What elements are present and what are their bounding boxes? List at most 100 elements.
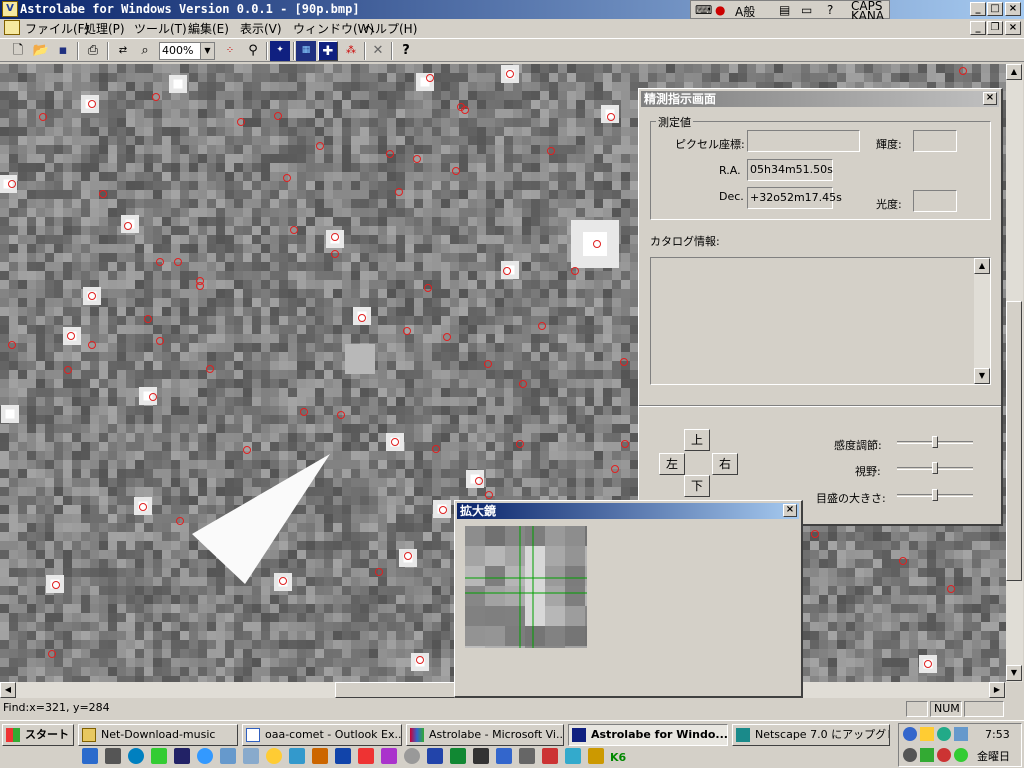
vertical-scroll-thumb[interactable] bbox=[1006, 301, 1022, 581]
child-close-button[interactable]: × bbox=[1005, 21, 1021, 35]
catalog-textbox[interactable]: ▲ ▼ bbox=[650, 257, 991, 385]
word-icon[interactable] bbox=[427, 748, 443, 764]
vertical-scrollbar[interactable]: ▲ ▼ bbox=[1006, 64, 1023, 682]
delete-icon[interactable]: ✕ bbox=[368, 41, 388, 61]
task-visual-studio[interactable]: Astrolabe - Microsoft Vi... bbox=[406, 724, 564, 746]
app-icon-7[interactable] bbox=[289, 748, 305, 764]
scale-size-slider[interactable] bbox=[897, 488, 973, 502]
menu-view[interactable]: 表示(V) bbox=[240, 20, 282, 37]
sensitivity-slider[interactable] bbox=[897, 435, 973, 449]
stars-icon[interactable]: ⁘ bbox=[220, 41, 240, 61]
app-icon-12[interactable] bbox=[404, 748, 420, 764]
field-of-view-slider-thumb[interactable] bbox=[932, 462, 938, 474]
excel-icon[interactable] bbox=[450, 748, 466, 764]
k6-icon[interactable]: K6 bbox=[610, 751, 626, 764]
clock[interactable]: 7:53 bbox=[985, 728, 1010, 741]
down-button[interactable]: 下 bbox=[684, 475, 710, 497]
catalog-scroll-down[interactable]: ▼ bbox=[974, 368, 990, 384]
tray-icon-7[interactable] bbox=[937, 748, 951, 762]
menu-process[interactable]: 処理(P) bbox=[84, 20, 125, 37]
tray-icon-2[interactable] bbox=[920, 727, 934, 741]
app-icon-1[interactable] bbox=[151, 748, 167, 764]
observation-dialog-title[interactable]: 精測指示画面 × bbox=[641, 91, 999, 107]
tray-icon-6[interactable] bbox=[920, 748, 934, 762]
help-icon[interactable]: ? bbox=[396, 41, 416, 61]
new-icon[interactable]: 🗋 bbox=[8, 41, 28, 61]
ime-help-icon[interactable]: ? bbox=[827, 3, 833, 17]
ime-toolbar[interactable]: ⌨ ● A般 ▤ ▭ ? CAPS KANA bbox=[690, 0, 890, 22]
scroll-up-button[interactable]: ▲ bbox=[1006, 64, 1022, 80]
print-icon[interactable]: ⎙ bbox=[83, 41, 103, 61]
task-netscape[interactable]: Netscape 7.0 にアップグレ... bbox=[732, 724, 890, 746]
app-icon-2[interactable] bbox=[174, 748, 190, 764]
left-button[interactable]: 左 bbox=[659, 453, 685, 475]
right-button[interactable]: 右 bbox=[712, 453, 738, 475]
target-icon[interactable]: ✚ bbox=[318, 41, 338, 61]
app-icon-18[interactable] bbox=[588, 748, 604, 764]
app-icon-5[interactable] bbox=[243, 748, 259, 764]
scroll-down-button[interactable]: ▼ bbox=[1006, 665, 1022, 681]
app-icon-4[interactable] bbox=[220, 748, 236, 764]
magnifier-dialog[interactable]: 拡大鏡 × bbox=[454, 500, 803, 698]
tray-icon-1[interactable] bbox=[903, 727, 917, 741]
app-icon-6[interactable] bbox=[266, 748, 282, 764]
catalog-scroll-up[interactable]: ▲ bbox=[974, 258, 990, 274]
menu-help[interactable]: ヘルプ(H) bbox=[363, 20, 417, 37]
calibrate-icon[interactable]: ⇄ bbox=[113, 41, 133, 61]
close-icon[interactable]: × bbox=[783, 504, 797, 517]
ime-mode[interactable]: A般 bbox=[735, 3, 755, 20]
app-icon-3[interactable] bbox=[197, 748, 213, 764]
star-field-icon[interactable]: ✦ bbox=[270, 41, 290, 61]
scroll-right-button[interactable]: ▶ bbox=[989, 682, 1005, 698]
app-icon-14[interactable] bbox=[496, 748, 512, 764]
sensitivity-slider-thumb[interactable] bbox=[932, 436, 938, 448]
app-icon-10[interactable] bbox=[358, 748, 374, 764]
scale-size-slider-thumb[interactable] bbox=[932, 489, 938, 501]
dictionary-icon[interactable]: ▤ bbox=[779, 3, 790, 17]
maximize-button[interactable]: □ bbox=[987, 2, 1003, 16]
menu-edit[interactable]: 編集(E) bbox=[188, 20, 229, 37]
child-minimize-button[interactable]: _ bbox=[970, 21, 986, 35]
find-icon[interactable]: ⌕ bbox=[135, 41, 155, 61]
task-outlook[interactable]: oaa-comet - Outlook Ex... bbox=[242, 724, 402, 746]
app-icon-17[interactable] bbox=[565, 748, 581, 764]
tray-icon-8[interactable] bbox=[954, 748, 968, 762]
close-icon[interactable]: × bbox=[983, 92, 997, 105]
observation-dialog[interactable]: 精測指示画面 × 測定値 ピクセル座標: 輝度: R.A. 05h34m51.5… bbox=[638, 88, 1003, 526]
catalog-scrollbar[interactable]: ▲ ▼ bbox=[974, 258, 990, 384]
app-icon-9[interactable] bbox=[335, 748, 351, 764]
media-icon[interactable] bbox=[128, 748, 144, 764]
keyboard-icon[interactable]: ⌨ bbox=[695, 3, 712, 17]
app-icon-16[interactable] bbox=[542, 748, 558, 764]
child-restore-button[interactable]: ❐ bbox=[987, 21, 1003, 35]
app-icon-8[interactable] bbox=[312, 748, 328, 764]
astrolabe-icon[interactable]: V bbox=[2, 1, 18, 17]
task-net-download[interactable]: Net-Download-music bbox=[78, 724, 238, 746]
tray-icon-3[interactable] bbox=[937, 727, 951, 741]
ime-icon[interactable]: ● bbox=[715, 3, 725, 17]
document-icon[interactable] bbox=[4, 20, 20, 35]
close-button[interactable]: × bbox=[1005, 2, 1021, 16]
save-icon[interactable]: ▪ bbox=[53, 41, 73, 61]
menu-tools[interactable]: ツール(T) bbox=[134, 20, 187, 37]
up-button[interactable]: 上 bbox=[684, 429, 710, 451]
tray-icon-4[interactable] bbox=[954, 727, 968, 741]
desktop-icon[interactable] bbox=[105, 748, 121, 764]
magnifier-dialog-title[interactable]: 拡大鏡 × bbox=[457, 503, 799, 519]
menu-file[interactable]: ファイル(F) bbox=[25, 20, 89, 37]
tray-icon-5[interactable] bbox=[903, 748, 917, 762]
open-icon[interactable]: 📂 bbox=[31, 41, 51, 61]
minimize-button[interactable]: _ bbox=[970, 2, 986, 16]
grid-icon[interactable]: ▦ bbox=[296, 41, 316, 61]
field-of-view-slider[interactable] bbox=[897, 461, 973, 475]
app-icon-15[interactable] bbox=[519, 748, 535, 764]
task-astrolabe[interactable]: Astrolabe for Windo... bbox=[568, 724, 728, 746]
start-button[interactable]: スタート bbox=[2, 724, 74, 746]
ie-icon[interactable] bbox=[82, 748, 98, 764]
identify-icon[interactable]: ⚲ bbox=[243, 41, 263, 61]
marks-icon[interactable]: ⁂ bbox=[341, 41, 361, 61]
chevron-down-icon[interactable]: ▼ bbox=[200, 43, 214, 59]
pad-icon[interactable]: ▭ bbox=[801, 3, 812, 17]
app-icon-11[interactable] bbox=[381, 748, 397, 764]
app-icon-13[interactable] bbox=[473, 748, 489, 764]
